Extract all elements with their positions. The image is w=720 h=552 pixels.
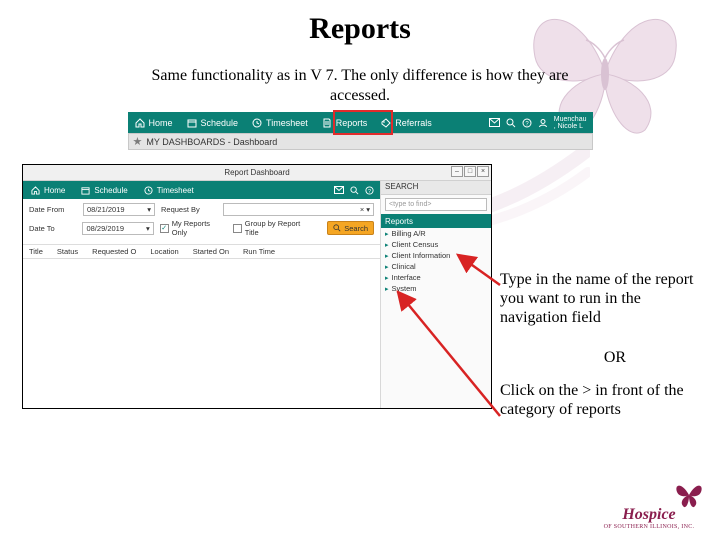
col-runtime: Run Time — [243, 247, 275, 256]
home-icon — [135, 118, 145, 128]
right-panel: SEARCH <type to find> Reports ▸Billing A… — [381, 181, 491, 408]
group-by-checkbox[interactable]: Group by Report Title — [233, 219, 315, 237]
col-requested: Requested O — [92, 247, 136, 256]
mail-icon[interactable] — [334, 186, 344, 195]
nav-reports[interactable]: Reports — [315, 118, 375, 128]
annotation-block: Type in the name of the report you want … — [500, 270, 700, 419]
logo-sub: OF SOUTHERN ILLINOIS, INC. — [594, 524, 704, 530]
chevron-right-icon: ▸ — [385, 230, 389, 238]
hospice-logo: Hospice OF SOUTHERN ILLINOIS, INC. — [594, 486, 704, 544]
col-status: Status — [57, 247, 78, 256]
star-icon: ★ — [133, 135, 143, 148]
search-section-header: SEARCH — [381, 181, 491, 195]
svg-text:?: ? — [368, 188, 371, 194]
window-max-button[interactable]: □ — [464, 166, 476, 177]
ss2-navbar: Home Schedule Timesheet ? — [23, 181, 380, 199]
chevron-right-icon: ▸ — [385, 241, 389, 249]
col-location: Location — [150, 247, 178, 256]
report-category[interactable]: ▸Client Information — [381, 250, 491, 261]
document-icon — [322, 118, 332, 128]
nav-schedule[interactable]: Schedule — [180, 118, 246, 128]
user-name: Muenchau , Nicole L — [554, 116, 587, 130]
date-from-input[interactable]: 08/21/2019 ▾ — [83, 203, 155, 216]
help-icon[interactable]: ? — [522, 118, 532, 128]
calendar-icon — [81, 186, 90, 195]
ss2-nav-home-label: Home — [44, 186, 65, 195]
ss2-nav-timesheet-label: Timesheet — [157, 186, 194, 195]
nav-referrals[interactable]: Referrals — [374, 118, 439, 128]
report-category[interactable]: ▸Interface — [381, 272, 491, 283]
annotation-1: Type in the name of the report you want … — [500, 270, 700, 328]
ss2-nav-timesheet[interactable]: Timesheet — [136, 186, 202, 195]
nav-timesheet[interactable]: Timesheet — [245, 118, 315, 128]
report-category[interactable]: ▸System — [381, 283, 491, 294]
chevron-right-icon: ▸ — [385, 263, 389, 271]
ss2-nav-schedule-label: Schedule — [94, 186, 127, 195]
report-category[interactable]: ▸Billing A/R — [381, 228, 491, 239]
checkbox-icon — [233, 224, 242, 233]
nav-home[interactable]: Home — [128, 118, 180, 128]
date-to-label: Date To — [29, 224, 76, 233]
nav-reports-label: Reports — [336, 118, 368, 128]
topbar-screenshot: Home Schedule Timesheet Reports Referral… — [128, 112, 593, 150]
nav-schedule-label: Schedule — [201, 118, 239, 128]
my-reports-checkbox[interactable]: ✓ My Reports Only — [160, 219, 227, 237]
dropdown-icon: ▾ — [146, 224, 150, 233]
ss2-nav-schedule[interactable]: Schedule — [73, 186, 135, 195]
page-title: Reports — [0, 12, 720, 46]
annotation-2: Click on the > in front of the category … — [500, 381, 700, 419]
clear-icon[interactable]: × — [360, 205, 364, 214]
window-close-button[interactable]: × — [477, 166, 489, 177]
col-started: Started On — [193, 247, 229, 256]
date-from-label: Date From — [29, 205, 77, 214]
report-category[interactable]: ▸Clinical — [381, 261, 491, 272]
dropdown-icon: ▾ — [147, 205, 151, 214]
calendar-icon — [187, 118, 197, 128]
ss2-nav-home[interactable]: Home — [23, 186, 73, 195]
home-icon — [31, 186, 40, 195]
subtitle: Same functionality as in V 7. The only d… — [150, 66, 570, 106]
nav-referrals-label: Referrals — [395, 118, 432, 128]
chevron-right-icon: ▸ — [385, 285, 389, 293]
window-min-button[interactable]: – — [451, 166, 463, 177]
search-icon[interactable] — [506, 118, 516, 128]
user-icon[interactable] — [538, 118, 548, 128]
request-by-label: Request By — [161, 205, 217, 214]
chevron-right-icon: ▸ — [385, 274, 389, 282]
annotation-or: OR — [530, 348, 700, 367]
report-dashboard-screenshot: Report Dashboard – □ × Home Schedule Tim… — [22, 164, 492, 409]
tag-icon — [381, 118, 391, 128]
search-icon[interactable] — [350, 186, 359, 195]
chevron-right-icon: ▸ — [385, 252, 389, 260]
report-category[interactable]: ▸Client Census — [381, 239, 491, 250]
clock-icon — [252, 118, 262, 128]
dropdown-icon: ▾ — [366, 205, 370, 214]
window-title-bar: Report Dashboard – □ × — [23, 165, 491, 181]
search-input[interactable]: <type to find> — [385, 198, 487, 211]
clock-icon — [144, 186, 153, 195]
topbar: Home Schedule Timesheet Reports Referral… — [128, 112, 593, 133]
reports-section-header: Reports — [381, 214, 491, 228]
dashboard-bar-label: MY DASHBOARDS - Dashboard — [146, 137, 277, 147]
nav-home-label: Home — [149, 118, 173, 128]
dashboard-bar: ★ MY DASHBOARDS - Dashboard — [128, 133, 593, 150]
mail-icon[interactable] — [489, 118, 500, 127]
search-icon — [333, 224, 341, 232]
checkbox-icon: ✓ — [160, 224, 169, 233]
request-by-select[interactable]: ×▾ — [223, 203, 374, 216]
window-title: Report Dashboard — [224, 168, 289, 177]
filter-panel: Date From 08/21/2019 ▾ Request By ×▾ Dat… — [23, 199, 380, 244]
help-icon[interactable]: ? — [365, 186, 374, 195]
results-header-row: Title Status Requested O Location Starte… — [23, 244, 380, 259]
butterfly-icon — [674, 480, 704, 510]
nav-timesheet-label: Timesheet — [266, 118, 308, 128]
search-button[interactable]: Search — [327, 221, 374, 235]
col-title: Title — [29, 247, 43, 256]
date-to-input[interactable]: 08/29/2019 ▾ — [82, 222, 153, 235]
